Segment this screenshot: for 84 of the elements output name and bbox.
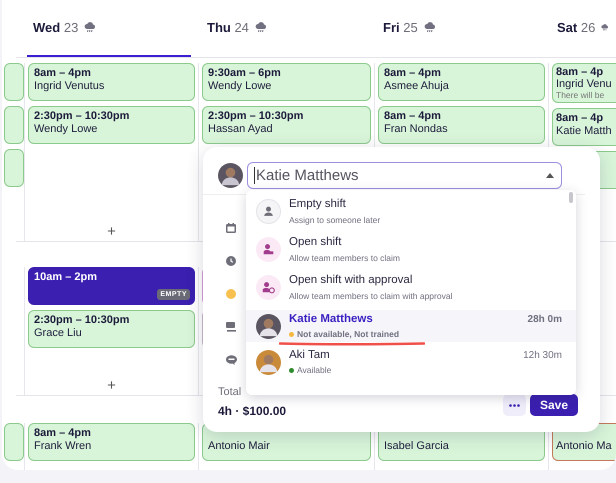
shift-time: 8am – 4p	[556, 112, 604, 125]
shift-option[interactable]: Open shift Allow team members to claim	[246, 230, 576, 268]
employee-name: Asmee Ahuja	[384, 80, 450, 93]
shift-card[interactable]: 2:30pm – 10:30pm Wendy Lowe	[28, 106, 195, 144]
chat-icon	[226, 355, 237, 365]
option-subtitle: Assign to someone later	[289, 214, 382, 224]
day-tab[interactable]: Thu 24	[201, 0, 367, 57]
shift-time: 2:30pm – 10:30pm	[34, 110, 130, 123]
shift-card[interactable]: 2:30pm – 10:30pm Hassan Ayad	[202, 106, 371, 144]
person-icon	[256, 198, 281, 224]
rain-cloud-icon	[424, 22, 436, 33]
rain-cloud-icon	[254, 22, 267, 33]
employee-name: Katie Matth	[556, 125, 613, 138]
shift-card[interactable]	[4, 63, 24, 101]
employee-name: Frank Wren	[34, 440, 92, 453]
shift-time: 8am – 4pm	[384, 67, 442, 80]
shift-option[interactable]: Empty shift Assign to someone later	[246, 192, 576, 230]
shift-time: 10am – 2pm	[34, 271, 98, 284]
total-label: Total	[218, 386, 242, 398]
shift-time: 8am – 4pm	[34, 67, 92, 80]
option-title: Open shift	[289, 236, 342, 248]
avatar-icon	[256, 350, 281, 374]
shift-time: 8am – 4pm	[34, 427, 92, 440]
day-tab[interactable]: Sat 26	[551, 0, 609, 57]
employee-name: Wendy Lowe	[34, 123, 98, 136]
more-button[interactable]	[503, 394, 526, 416]
assignee-field[interactable]: Katie Matthews	[247, 162, 562, 189]
employee-name: Ingrid Venu	[556, 78, 613, 90]
shift-time: 9:30am – 6pm	[208, 67, 282, 80]
shift-time: 8am – 4pm	[384, 110, 442, 123]
shift-card[interactable]	[4, 423, 24, 461]
employee-name: Isabel Garcia	[384, 440, 450, 453]
save-button[interactable]: Save	[530, 394, 578, 416]
shift-card[interactable]	[4, 106, 24, 144]
person-check-icon	[256, 274, 281, 300]
shift-card[interactable]: 8am – 4pm Asmee Ahuja	[378, 63, 545, 101]
shift-card[interactable]: 9:30am – 6pm Wendy Lowe	[202, 63, 371, 101]
option-subtitle: Allow team members to claim with approval	[289, 290, 454, 300]
more-icon	[509, 404, 520, 406]
member-name: Katie Matthews	[289, 313, 373, 325]
shift-card[interactable]: 8am – 4p Katie Matth	[552, 108, 616, 146]
shift-card[interactable]: 8am – 4p Ingrid Venu There will be	[552, 63, 616, 103]
employee-name: Hassan Ayad	[208, 123, 274, 136]
scrollbar-thumb[interactable]	[569, 192, 573, 203]
employee-name: Antonio Mair	[208, 440, 271, 453]
avatar-icon	[256, 314, 281, 338]
shift-time: 2:30pm – 10:30pm	[208, 110, 304, 123]
add-shift-button[interactable]: +	[107, 379, 116, 393]
member-hours: 12h 30m	[523, 350, 562, 360]
employee-name: Antonio Ma	[556, 440, 613, 453]
rain-cloud-icon	[601, 22, 609, 33]
shift-card[interactable]: 8am – 4pm Ingrid Venutus	[28, 63, 195, 101]
shift-time: 2:30pm – 10:30pm	[34, 314, 130, 327]
shift-card[interactable]	[4, 149, 24, 187]
coffee-cup-icon	[226, 322, 237, 332]
shift-option[interactable]: Open shift with approval Allow team members to claim with approval	[246, 268, 576, 306]
member-hours: 28h 0m	[528, 314, 562, 324]
member-name: Aki Tam	[289, 349, 330, 361]
member-option[interactable]: Aki Tam 12h 30m Available	[246, 346, 576, 378]
avatar-icon	[218, 163, 243, 188]
shift-card[interactable]: 2:30pm – 10:30pm Grace Liu	[28, 310, 195, 348]
shift-card[interactable]: 8am – 4pm Frank Wren	[28, 423, 195, 461]
shift-card[interactable]: 8am – 4pm Fran Nondas	[378, 106, 545, 144]
employee-name: Wendy Lowe	[208, 80, 272, 93]
availability-status: Available	[297, 365, 332, 375]
option-title: Open shift with approval	[289, 274, 414, 286]
shift-note: There will be	[556, 90, 606, 100]
option-title: Empty shift	[289, 198, 347, 210]
person-hand-icon	[256, 236, 281, 262]
rain-cloud-icon	[84, 22, 96, 33]
employee-name: Grace Liu	[34, 327, 83, 340]
clock-icon	[226, 256, 236, 266]
total-value: 4h · $100.00	[218, 404, 286, 418]
add-shift-button[interactable]: +	[107, 225, 116, 239]
availability-status: Not available, Not trained	[297, 329, 400, 339]
employee-name: Fran Nondas	[384, 123, 449, 136]
option-subtitle: Allow team members to claim	[289, 252, 402, 262]
day-tab[interactable]: Fri 25	[377, 0, 541, 57]
day-tab[interactable]: Wed 23	[27, 0, 191, 57]
shift-time: 8am – 4p	[556, 66, 604, 78]
calendar-icon	[226, 223, 236, 233]
status-dot-icon	[226, 289, 236, 299]
caret-icon	[546, 173, 554, 178]
employee-name: Ingrid Venutus	[34, 80, 106, 93]
